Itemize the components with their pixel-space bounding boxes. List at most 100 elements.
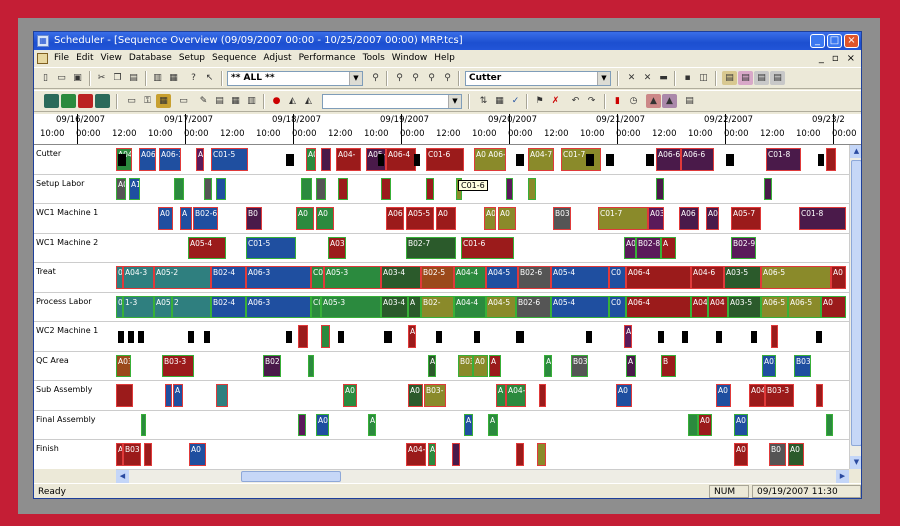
schedule-bar[interactable]: A06-6 [656, 148, 681, 171]
schedule-bar[interactable]: A05-3 [324, 266, 381, 289]
schedule-bar[interactable]: 1-3 [123, 295, 154, 318]
layout-icon[interactable]: ▪ [680, 71, 695, 85]
menu-setup[interactable]: Setup [179, 51, 205, 66]
schedule-bar[interactable]: A [496, 384, 506, 407]
schedule-bar[interactable]: A05-4 [551, 266, 609, 289]
schedule-bar[interactable] [656, 177, 664, 200]
schedule-bar[interactable]: 0 [116, 266, 123, 289]
schedule-bar[interactable] [301, 177, 312, 200]
schedule-bar[interactable]: C0 [311, 266, 324, 289]
schedule-bar[interactable] [144, 443, 152, 466]
schedule-bar[interactable] [771, 325, 778, 348]
schedule-bar[interactable]: A06-4 [626, 266, 691, 289]
schedule-bar[interactable]: A0 [116, 177, 126, 200]
help-icon[interactable]: ? [186, 71, 201, 85]
schedule-bar[interactable] [539, 384, 546, 407]
schedule-bar[interactable] [316, 177, 326, 200]
schedule-bar[interactable]: B02-8 [636, 236, 661, 259]
horizontal-scrollbar[interactable]: ◀ ▶ [116, 469, 849, 483]
resource-label[interactable]: Treat [36, 267, 56, 276]
mdi-restore-button[interactable]: ▫ [832, 51, 839, 66]
new-file-icon[interactable]: ▯ [38, 71, 53, 85]
find-yellow-icon[interactable]: ⚲ [392, 71, 407, 85]
save-icon[interactable]: ▣ [70, 71, 85, 85]
view2-icon[interactable]: ▤ [738, 71, 753, 85]
context-help-icon[interactable]: ↖ [202, 71, 217, 85]
schedule-bar[interactable] [381, 177, 391, 200]
schedule-bar[interactable]: A [428, 354, 436, 377]
menu-adjust[interactable]: Adjust [263, 51, 291, 66]
grid-icon[interactable]: ▦ [156, 94, 171, 108]
schedule-bar[interactable]: A [544, 354, 552, 377]
schedule-bar[interactable] [452, 443, 460, 466]
find-next-icon[interactable]: ⚲ [440, 71, 455, 85]
schedule-bar[interactable]: A06-5 [139, 148, 156, 171]
app-icon[interactable]: ▦ [37, 35, 49, 47]
schedule-bar[interactable]: A05-5 [406, 207, 434, 230]
schedule-bar[interactable]: A0 [316, 207, 334, 230]
cut-icon[interactable]: ✂ [94, 71, 109, 85]
schedule-bar[interactable] [165, 384, 172, 407]
schedule-bar[interactable]: A0 [821, 295, 846, 318]
schedule-bar[interactable]: B02-5 [421, 266, 454, 289]
schedule-bar[interactable]: A03 [116, 354, 131, 377]
redo-icon[interactable]: ↷ [584, 94, 599, 108]
schedule-bar[interactable]: A [173, 384, 183, 407]
schedule-bar[interactable]: A0 [316, 413, 329, 436]
schedule-bar[interactable]: A1 [129, 177, 140, 200]
menu-view[interactable]: View [101, 51, 122, 66]
schedule-bar[interactable] [516, 443, 524, 466]
schedule-bar[interactable]: A0 [116, 443, 123, 466]
schedule-bar[interactable]: A06-4 [626, 295, 691, 318]
schedule-bar[interactable] [688, 413, 698, 436]
schedule-bar[interactable]: B03-3 [123, 443, 141, 466]
schedule-bar[interactable]: A06-5 [761, 295, 788, 318]
resource-label[interactable]: Setup Labor [36, 179, 84, 188]
schedule-bar[interactable]: B02-9 [731, 236, 756, 259]
menu-performance[interactable]: Performance [299, 51, 356, 66]
chart4-icon[interactable] [95, 94, 110, 108]
blank-combo[interactable]: ▼ [322, 94, 462, 109]
resource-label[interactable]: Finish [36, 444, 59, 453]
schedule-bar[interactable] [116, 384, 133, 407]
schedule-bar[interactable]: A06-4 [386, 148, 416, 171]
sort-icon[interactable]: ⇅ [476, 94, 491, 108]
lock-icon[interactable]: ⚿ [140, 94, 155, 108]
schedule-bar[interactable]: B03-3 [162, 354, 194, 377]
schedule-bar[interactable]: C0 [609, 266, 626, 289]
scroll-right-icon[interactable]: ▶ [836, 470, 849, 483]
schedule-bar[interactable]: A06-5 [788, 295, 821, 318]
schedule-bar[interactable]: A0 [473, 354, 488, 377]
window-icon[interactable]: ▭ [176, 94, 191, 108]
binoculars-icon[interactable]: ⚲ [368, 71, 383, 85]
find-red-icon[interactable]: ⚲ [424, 71, 439, 85]
schedule-bar[interactable] [826, 413, 833, 436]
scroll-left-icon[interactable]: ◀ [116, 470, 129, 483]
schedule-bar[interactable] [338, 177, 348, 200]
schedule-bar[interactable]: A [408, 295, 421, 318]
view3-icon[interactable]: ▤ [754, 71, 769, 85]
menu-file[interactable]: File [54, 51, 69, 66]
view4-icon[interactable]: ▤ [770, 71, 785, 85]
menu-tools[interactable]: Tools [363, 51, 385, 66]
schedule-bar[interactable] [321, 325, 330, 348]
schedule-bar[interactable]: A04-5 [486, 295, 516, 318]
schedule-bar[interactable] [321, 148, 331, 171]
chart2-icon[interactable] [61, 94, 76, 108]
alarm-icon[interactable]: ⚑ [532, 94, 547, 108]
schedule-bar[interactable]: A0 [734, 443, 748, 466]
resource-label[interactable]: WC1 Machine 1 [36, 208, 98, 217]
close-button[interactable]: × [844, 34, 859, 48]
tasks-icon[interactable]: ▦ [228, 94, 243, 108]
filter-combo[interactable]: ** ALL ** ▼ [227, 71, 363, 86]
schedule-bar[interactable]: C01-7 [598, 207, 648, 230]
ramp-icon[interactable]: ◭ [285, 94, 300, 108]
find-green-icon[interactable]: ⚲ [408, 71, 423, 85]
open-folder-icon[interactable]: ▭ [54, 71, 69, 85]
paste-icon[interactable]: ▤ [126, 71, 141, 85]
schedule-bar[interactable]: A0 [436, 207, 456, 230]
schedule-bar[interactable]: A06-3 [159, 148, 181, 171]
schedule-bar[interactable]: B02- [421, 295, 454, 318]
schedule-bar[interactable]: A03-4 [381, 266, 421, 289]
gantt-icon[interactable]: ▬ [656, 71, 671, 85]
